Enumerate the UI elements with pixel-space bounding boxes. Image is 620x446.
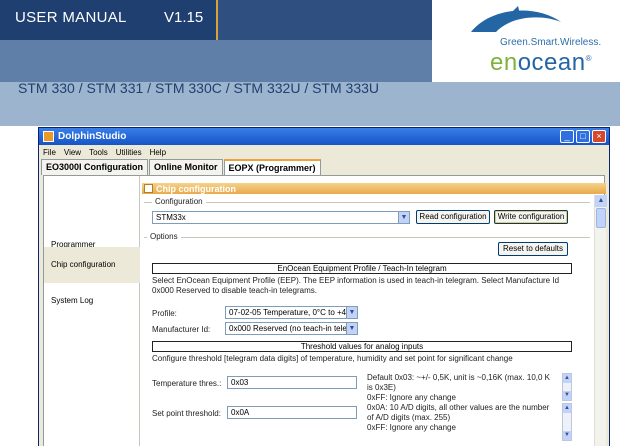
set-point-hint-scrollbar[interactable]: ▲ ▼ [562, 403, 572, 441]
options-group-label: Options [147, 232, 181, 241]
scroll-down-icon[interactable]: ▼ [563, 431, 571, 440]
scroll-thumb[interactable] [596, 208, 606, 228]
set-point-threshold-input[interactable]: 0x0A [227, 406, 357, 419]
chevron-down-icon[interactable]: ▼ [398, 212, 409, 223]
app-icon [43, 131, 54, 142]
logo-tagline: Green.Smart.Wireless. [500, 37, 602, 48]
chevron-down-icon[interactable]: ▼ [346, 307, 357, 318]
panel-title: Chip configuration [156, 183, 236, 194]
panel-scrollbar[interactable]: ▲ [594, 195, 607, 446]
tab-eopx-programmer[interactable]: EOPX (Programmer) [223, 159, 321, 175]
divider [144, 202, 590, 203]
manual-title: USER MANUAL [15, 9, 127, 26]
read-configuration-button[interactable]: Read configuration [416, 210, 490, 224]
profile-value: 07-02-05 Temperature, 0°C to +40°C [229, 308, 358, 317]
close-button[interactable]: × [592, 130, 606, 143]
temperature-hint-scrollbar[interactable]: ▲ ▼ [562, 373, 572, 401]
temperature-threshold-label: Temperature thres.: [152, 379, 222, 388]
manufacturer-id-label: Manufacturer Id: [152, 325, 211, 334]
menu-view[interactable]: View [64, 148, 81, 157]
menu-tools[interactable]: Tools [89, 148, 108, 157]
dolphinstudio-window: DolphinStudio _ □ × File View Tools Util… [38, 127, 610, 446]
configuration-group-label: Configuration [152, 197, 206, 206]
configuration-value: STM33x [156, 213, 186, 222]
tab-content: Programmer Chip information Chip configu… [43, 175, 607, 446]
scroll-up-icon[interactable]: ▲ [563, 374, 571, 383]
tab-online-monitor[interactable]: Online Monitor [149, 159, 223, 175]
tab-strip: EO3000I Configuration Online Monitor EOP… [41, 159, 322, 175]
menu-bar: File View Tools Utilities Help [39, 145, 609, 159]
chevron-down-icon[interactable]: ▼ [346, 323, 357, 334]
set-point-threshold-label: Set point threshold: [152, 409, 221, 418]
logo-wordmark: enocean® [490, 49, 592, 76]
manual-header-sub-band [0, 40, 432, 82]
reset-to-defaults-button[interactable]: Reset to defaults [498, 242, 568, 256]
maximize-button[interactable]: □ [576, 130, 590, 143]
panel-header: Chip configuration [142, 183, 606, 194]
scroll-down-icon[interactable]: ▼ [563, 391, 571, 400]
dolphin-icon [471, 6, 561, 32]
manual-version: V1.15 [164, 9, 204, 26]
set-point-threshold-hint: 0x0A: 10 A/D digits, all other values ar… [367, 403, 550, 432]
threshold-description: Configure threshold [telegram data digit… [152, 354, 513, 363]
chip-configuration-panel: Chip configuration Configuration STM33x … [142, 183, 607, 446]
left-nav: Programmer Chip information Chip configu… [44, 176, 140, 446]
temperature-threshold-input[interactable]: 0x03 [227, 376, 357, 389]
write-configuration-button[interactable]: Write configuration [494, 210, 568, 224]
menu-utilities[interactable]: Utilities [116, 148, 142, 157]
manufacturer-id-select[interactable]: 0x000 Reserved (no teach-in telegram) ▼ [225, 322, 358, 335]
nav-system-log[interactable]: System Log [44, 284, 140, 316]
window-title: DolphinStudio [58, 131, 127, 142]
scroll-up-icon[interactable]: ▲ [563, 404, 571, 413]
models-line: STM 330 / STM 331 / STM 330C / STM 332U … [18, 80, 380, 96]
eep-section-header: EnOcean Equipment Profile / Teach-In tel… [152, 263, 572, 274]
menu-help[interactable]: Help [150, 148, 166, 157]
nav-chip-configuration[interactable]: Chip configuration [44, 247, 140, 283]
eep-description: Select EnOcean Equipment Profile (EEP). … [152, 276, 560, 295]
menu-file[interactable]: File [43, 148, 56, 157]
configuration-select[interactable]: STM33x ▼ [152, 211, 410, 224]
scroll-up-icon[interactable]: ▲ [595, 195, 607, 207]
manufacturer-id-value: 0x000 Reserved (no teach-in telegram) [229, 324, 358, 333]
title-bar[interactable]: DolphinStudio [39, 128, 609, 145]
chip-icon [144, 184, 153, 193]
temperature-threshold-hint: Default 0x03: ~+/- 0,5K, unit is ~0,16K … [367, 373, 550, 402]
divider [144, 237, 590, 238]
tab-eo3000i-configuration[interactable]: EO3000I Configuration [41, 159, 149, 175]
profile-select[interactable]: 07-02-05 Temperature, 0°C to +40°C ▼ [225, 306, 358, 319]
minimize-button[interactable]: _ [560, 130, 574, 143]
profile-label: Profile: [152, 309, 177, 318]
threshold-section-header: Threshold values for analog inputs [152, 341, 572, 352]
